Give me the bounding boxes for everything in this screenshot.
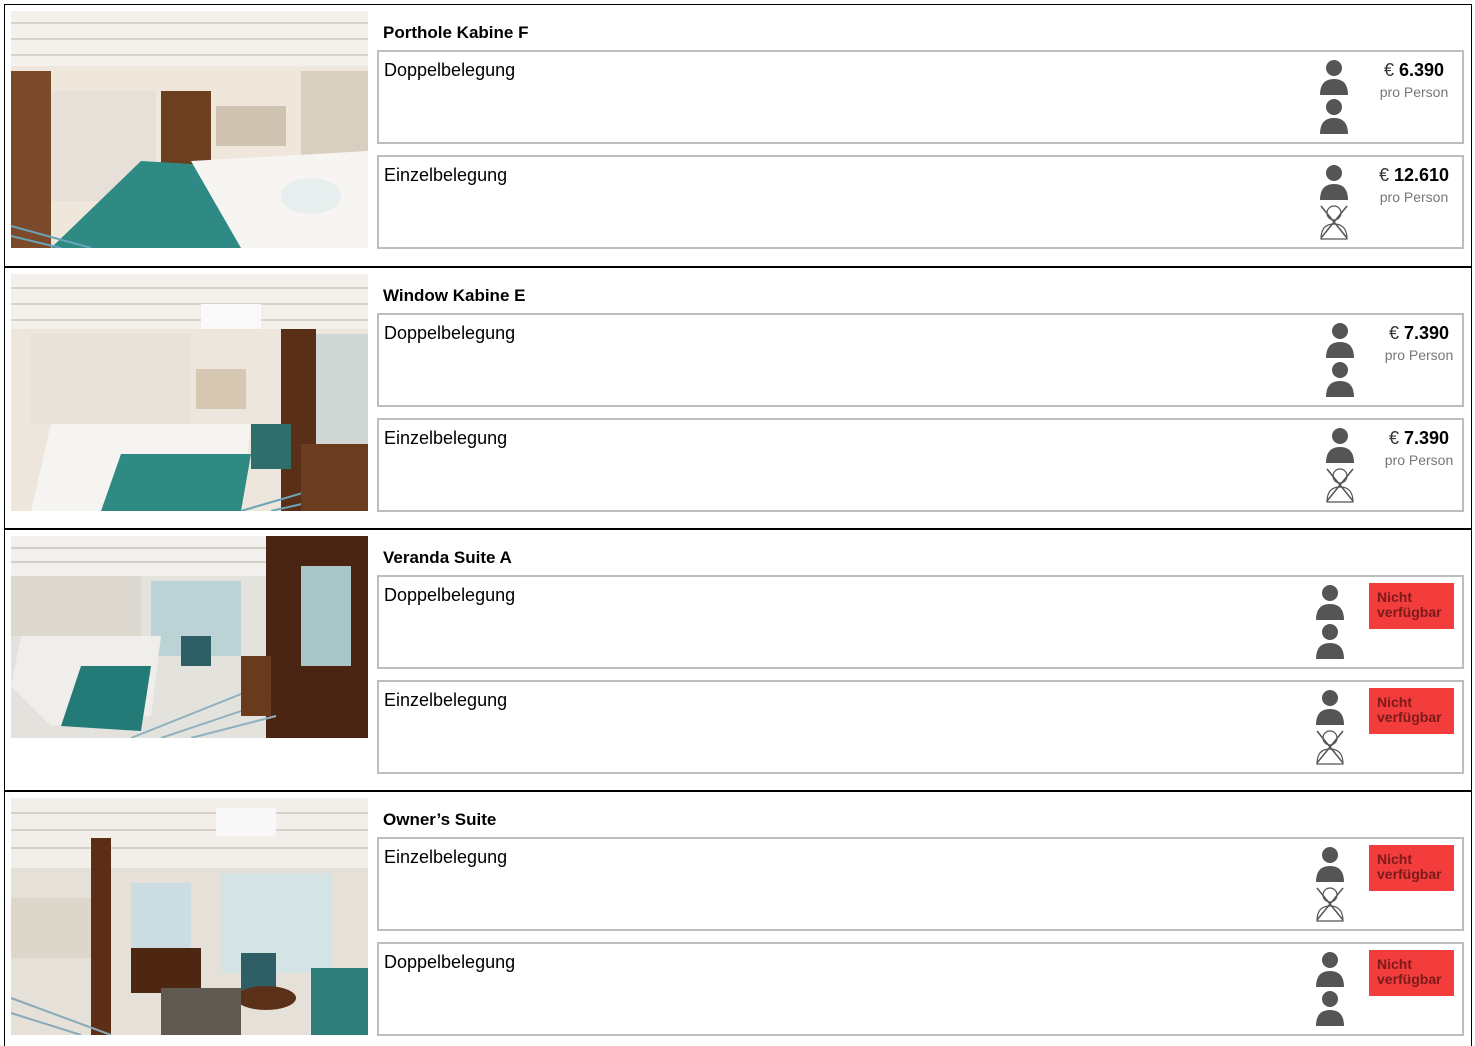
price-note: pro Person [1379, 189, 1449, 205]
price: € 12.610 pro Person [1369, 165, 1459, 205]
occupancy-label: Einzelbelegung [384, 428, 508, 448]
price-value: 7.390 [1403, 428, 1450, 448]
person-icon [1315, 623, 1345, 659]
cabin-photo[interactable] [11, 11, 368, 248]
crossed-person-icon [1319, 204, 1349, 240]
price: € 7.390 pro Person [1374, 428, 1464, 468]
cabin-title: Veranda Suite A [383, 548, 512, 567]
person-icon [1325, 361, 1355, 397]
cabin-card: Porthole Kabine F Doppelbelegung € 6.390… [4, 4, 1472, 267]
cabin-card: Owner’s Suite Einzelbelegung Nicht verfü… [4, 791, 1472, 1046]
person-icon [1319, 164, 1349, 200]
occupancy-label: Einzelbelegung [384, 165, 508, 185]
price-value: 7.390 [1403, 323, 1450, 343]
crossed-person-icon [1315, 729, 1345, 765]
occupancy-option-single[interactable]: Einzelbelegung Nicht verfügbar [377, 680, 1464, 774]
occupancy-label: Einzelbelegung [384, 690, 508, 710]
occupancy-option-double[interactable]: Doppelbelegung € 7.390 pro Person [377, 313, 1464, 407]
currency: € [1383, 60, 1394, 80]
person-icon [1315, 951, 1345, 987]
price-note: pro Person [1379, 84, 1449, 100]
cabin-card: Window Kabine E Doppelbelegung € 7.390 p… [4, 267, 1472, 529]
occupancy-label: Doppelbelegung [384, 323, 516, 343]
person-icon [1315, 689, 1345, 725]
price-value: 12.610 [1393, 165, 1450, 185]
person-icon [1315, 990, 1345, 1026]
person-icon [1325, 322, 1355, 358]
person-icon [1319, 98, 1349, 134]
crossed-person-icon [1315, 886, 1345, 922]
person-icon [1319, 59, 1349, 95]
unavailable-badge: Nicht verfügbar [1369, 583, 1454, 629]
price: € 6.390 pro Person [1369, 60, 1459, 100]
price: € 7.390 pro Person [1374, 323, 1464, 363]
occupancy-label: Doppelbelegung [384, 585, 516, 605]
cabin-title: Porthole Kabine F [383, 23, 529, 42]
occupancy-option-single[interactable]: Einzelbelegung € 12.610 pro Person [377, 155, 1464, 249]
occupancy-option-double[interactable]: Doppelbelegung € 6.390 pro Person [377, 50, 1464, 144]
unavailable-badge: Nicht verfügbar [1369, 688, 1454, 734]
person-icon [1315, 584, 1345, 620]
cabin-title: Window Kabine E [383, 286, 526, 305]
person-icon [1315, 846, 1345, 882]
price-value: 6.390 [1398, 60, 1445, 80]
currency: € [1378, 165, 1389, 185]
occupancy-option-single[interactable]: Einzelbelegung Nicht verfügbar [377, 837, 1464, 931]
occupancy-option-single[interactable]: Einzelbelegung € 7.390 pro Person [377, 418, 1464, 512]
cabin-photo[interactable] [11, 274, 368, 511]
occupancy-label: Einzelbelegung [384, 847, 508, 867]
cabin-title: Owner’s Suite [383, 810, 497, 829]
occupancy-option-double[interactable]: Doppelbelegung Nicht verfügbar [377, 942, 1464, 1036]
occupancy-label: Doppelbelegung [384, 60, 516, 80]
unavailable-badge: Nicht verfügbar [1369, 845, 1454, 891]
occupancy-option-double[interactable]: Doppelbelegung Nicht verfügbar [377, 575, 1464, 669]
cabin-photo[interactable] [11, 798, 368, 1035]
cabin-photo[interactable] [11, 536, 368, 738]
price-note: pro Person [1384, 347, 1454, 363]
currency: € [1388, 428, 1399, 448]
currency: € [1388, 323, 1399, 343]
cabin-card: Veranda Suite A Doppelbelegung Nicht ver… [4, 529, 1472, 791]
occupancy-label: Doppelbelegung [384, 952, 516, 972]
crossed-person-icon [1325, 467, 1355, 503]
unavailable-badge: Nicht verfügbar [1369, 950, 1454, 996]
price-note: pro Person [1384, 452, 1454, 468]
person-icon [1325, 427, 1355, 463]
